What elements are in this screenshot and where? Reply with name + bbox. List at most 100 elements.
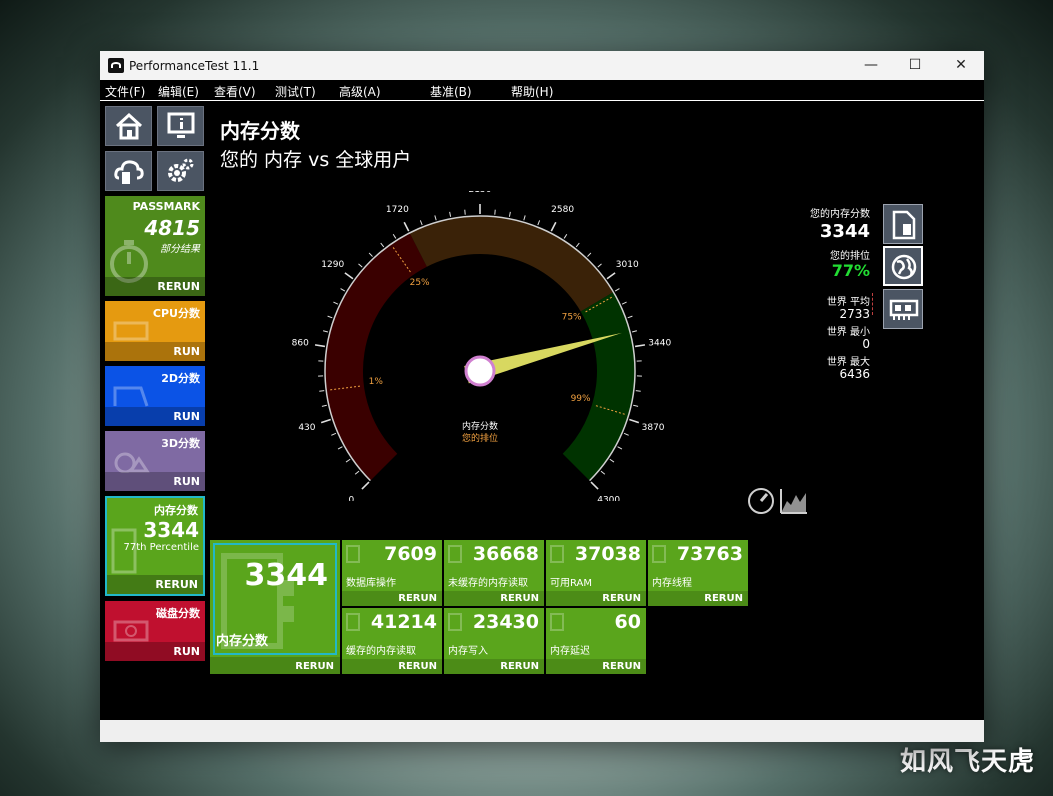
3d-card[interactable]: 3D分数 RUN [105, 431, 205, 491]
memory-main-rerun-button[interactable]: RERUN [295, 661, 334, 672]
gauge-hub [464, 355, 496, 387]
menu-view[interactable]: 查看(V) [214, 83, 256, 100]
gauge-tick [563, 233, 568, 239]
subtest-tile-write[interactable]: 23430 内存写入 RERUN [444, 608, 544, 674]
subtest-tile-database[interactable]: 7609 数据库操作 RERUN [342, 540, 442, 606]
subtest-rerun-button[interactable]: RERUN [602, 661, 641, 672]
gauge-tick [320, 418, 331, 424]
world-min-label: 世界 最小 [826, 327, 870, 338]
menu-file[interactable]: 文件(F) [105, 83, 145, 100]
subtest-tile-uncached-read[interactable]: 36668 未缓存的内存读取 RERUN [444, 540, 544, 606]
subtest-tile-threaded[interactable]: 73763 内存线程 RERUN [648, 540, 748, 606]
gauge-tick [633, 404, 639, 407]
gauge-tick [333, 301, 339, 305]
disk-run-button[interactable]: RUN [173, 645, 200, 658]
gauge-tick [327, 315, 333, 319]
gauge-tick [629, 418, 640, 424]
world-compare-button[interactable] [883, 246, 923, 286]
disk-label: 磁盘分数 [156, 607, 200, 620]
gauge-tick [380, 242, 385, 248]
gauge-tick-label: 0 [348, 496, 354, 501]
gauge-tick-label: 430 [298, 423, 315, 433]
report-button[interactable] [883, 204, 923, 244]
subtest-value: 60 [614, 611, 641, 633]
memory-card[interactable]: 内存分数 3344 77th Percentile RERUN [105, 496, 205, 596]
gauge-tick-label: 3870 [642, 423, 665, 433]
histogram-view-icon[interactable] [779, 487, 809, 515]
memory-chip-icon [346, 613, 360, 631]
subtest-rerun-button[interactable]: RERUN [704, 593, 743, 604]
2d-run-button[interactable]: RUN [173, 410, 200, 423]
system-info-button[interactable] [157, 106, 204, 146]
memory-rerun-button[interactable]: RERUN [155, 578, 198, 591]
gauge-tick [368, 252, 373, 257]
gauge-tick [403, 221, 410, 232]
menu-edit[interactable]: 编辑(E) [158, 83, 199, 100]
subtest-rerun-button[interactable]: RERUN [398, 593, 437, 604]
minimize-button[interactable]: — [848, 51, 894, 80]
hardware-button[interactable] [883, 289, 923, 329]
passmark-card[interactable]: PASSMARK 4815 部分结果 RERUN [105, 196, 205, 296]
gauge-tick [314, 344, 326, 348]
subtest-value: 73763 [676, 543, 743, 565]
score-gauge: 043086012901720215025803010344038704300 … [292, 191, 672, 501]
3d-run-button[interactable]: RUN [173, 475, 200, 488]
gauge-tick-label: 3010 [616, 260, 639, 270]
subtest-rerun-button[interactable]: RERUN [500, 593, 539, 604]
memory-main-tile[interactable]: 3344 内存分数 RERUN [210, 540, 340, 674]
subtest-value: 23430 [472, 611, 539, 633]
gauge-tick [345, 458, 351, 463]
gauge-tick [621, 301, 627, 305]
avg-marker-line [872, 293, 874, 315]
subtest-tile-latency[interactable]: 60 内存延迟 RERUN [546, 608, 646, 674]
gauge-tick [354, 470, 360, 475]
subtest-value: 37038 [574, 543, 641, 565]
home-icon [115, 112, 143, 140]
gauge-tick [623, 432, 629, 436]
menu-test[interactable]: 测试(T) [275, 83, 316, 100]
gauge-band-low [325, 232, 428, 481]
gauge-view-icon[interactable] [747, 487, 775, 515]
page-subtitle: 您的 内存 vs 全球用户 [220, 149, 412, 171]
gauge-percentile-mark: 75% [562, 313, 582, 323]
passmark-score: 4815 [144, 216, 200, 240]
watermark: 如风飞天虎 [899, 747, 1035, 777]
settings-icon [168, 158, 194, 182]
disk-card[interactable]: 磁盘分数 RUN [105, 601, 205, 661]
2d-card[interactable]: 2D分数 RUN [105, 366, 205, 426]
status-bar [100, 720, 984, 742]
menu-help[interactable]: 帮助(H) [511, 83, 553, 100]
world-min-value: 0 [862, 337, 870, 351]
subtest-value: 36668 [472, 543, 539, 565]
page-title: 内存分数 [220, 119, 300, 143]
close-button[interactable]: ✕ [938, 51, 984, 80]
subtest-tile-available-ram[interactable]: 37038 可用RAM RERUN [546, 540, 646, 606]
document-icon [892, 210, 916, 240]
passmark-rerun-button[interactable]: RERUN [157, 280, 200, 293]
subtest-rerun-button[interactable]: RERUN [398, 661, 437, 672]
memory-chip-icon [448, 613, 462, 631]
window-title: PerformanceTest 11.1 [129, 59, 260, 73]
passmark-label: PASSMARK [132, 200, 200, 213]
memory-percentile: 77th Percentile [123, 542, 200, 553]
menu-advanced[interactable]: 高级(A) [339, 83, 381, 100]
menu-baseline[interactable]: 基准(B) [430, 83, 472, 100]
cpu-card[interactable]: CPU分数 RUN [105, 301, 205, 361]
subtest-name: 内存写入 [448, 646, 488, 657]
subtest-tile-cached-read[interactable]: 41214 缓存的内存读取 RERUN [342, 608, 442, 674]
gauge-tick-label: 1290 [321, 260, 344, 270]
gauge-tick [590, 481, 599, 490]
settings-button[interactable] [157, 151, 204, 191]
gauge-tick [606, 272, 616, 280]
cpu-run-button[interactable]: RUN [173, 345, 200, 358]
subtest-rerun-button[interactable]: RERUN [500, 661, 539, 672]
home-button[interactable] [105, 106, 152, 146]
menu-bar: 文件(F) 编辑(E) 查看(V) 测试(T) 高级(A) 基准(B) 帮助(H… [100, 80, 984, 100]
gauge-percentile-mark: 1% [369, 377, 384, 387]
gauge-tick [449, 211, 452, 217]
subtest-rerun-button[interactable]: RERUN [602, 593, 641, 604]
world-avg-value: 2733 [839, 307, 870, 321]
cloud-upload-button[interactable] [105, 151, 152, 191]
maximize-button[interactable]: ☐ [892, 51, 938, 80]
memory-label: 内存分数 [154, 504, 198, 517]
